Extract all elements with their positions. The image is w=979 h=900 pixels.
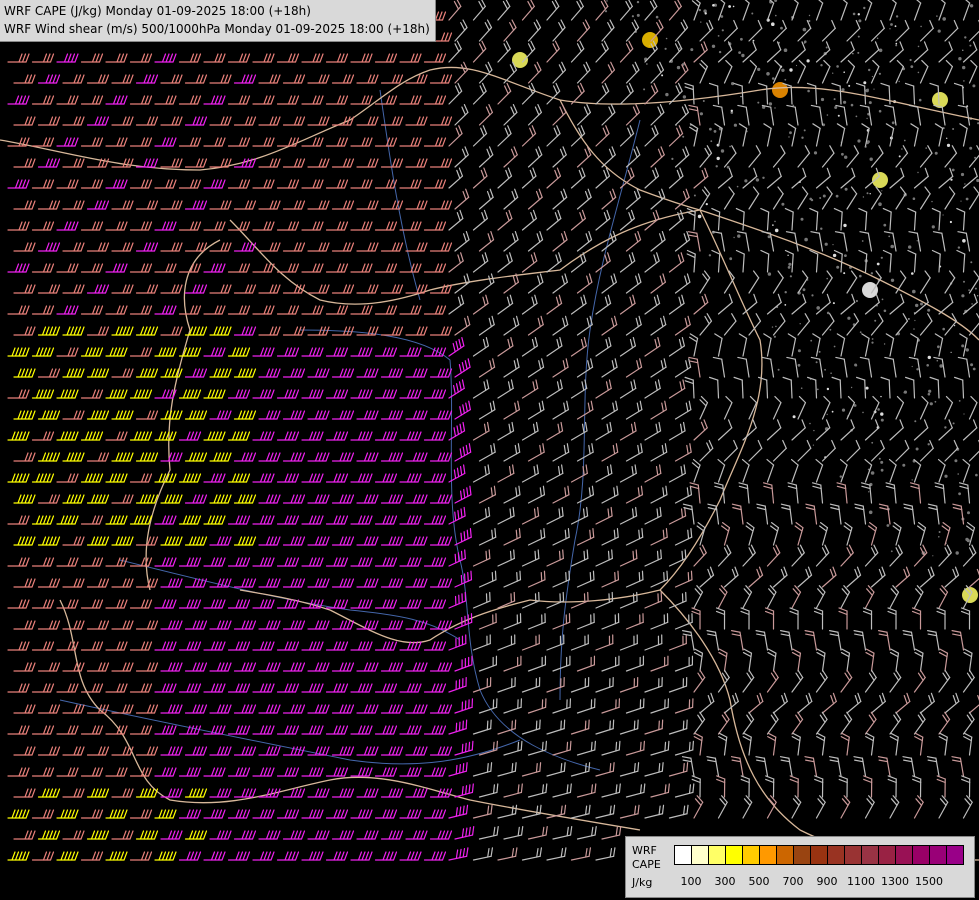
legend-swatch (930, 846, 947, 864)
legend-tick-label: 900 (816, 875, 838, 888)
legend-color-bar (674, 845, 964, 865)
legend-swatch (879, 846, 896, 864)
weather-map (0, 0, 979, 900)
legend-swatch (862, 846, 879, 864)
legend-tick-label: 100 (680, 875, 702, 888)
legend-swatch (794, 846, 811, 864)
legend-label-wrf: WRF (632, 844, 657, 857)
legend-swatch (947, 846, 963, 864)
legend-swatch (709, 846, 726, 864)
legend-tick-label: 700 (782, 875, 804, 888)
legend-swatch (913, 846, 930, 864)
legend-swatch (760, 846, 777, 864)
legend-tick-label: 1300 (881, 875, 909, 888)
legend-swatch (811, 846, 828, 864)
legend-swatch (675, 846, 692, 864)
map-title-box: WRF CAPE (J/kg) Monday 01-09-2025 18:00 … (0, 0, 436, 42)
shear-title: WRF Wind shear (m/s) 500/1000hPa Monday … (4, 22, 430, 36)
legend-label-cape: CAPE (632, 858, 661, 871)
legend-tick-label: 500 (748, 875, 770, 888)
legend-swatch (777, 846, 794, 864)
legend-swatch (896, 846, 913, 864)
legend-swatch (726, 846, 743, 864)
legend-label-units: J/kg (632, 876, 653, 889)
cape-title: WRF CAPE (J/kg) Monday 01-09-2025 18:00 … (4, 4, 311, 18)
legend-swatch (692, 846, 709, 864)
cape-legend: WRF CAPE J/kg 100 300 500 700 900 1100 1300 150… (625, 836, 975, 898)
legend-tick-label: 1500 (915, 875, 943, 888)
legend-swatch (743, 846, 760, 864)
legend-swatch (845, 846, 862, 864)
legend-tick-label: 1100 (847, 875, 875, 888)
legend-tick-label: 300 (714, 875, 736, 888)
map-background (0, 0, 979, 900)
legend-tick-labels: 100 300 500 700 900 1100 1300 1500 (674, 875, 974, 889)
legend-swatch (828, 846, 845, 864)
